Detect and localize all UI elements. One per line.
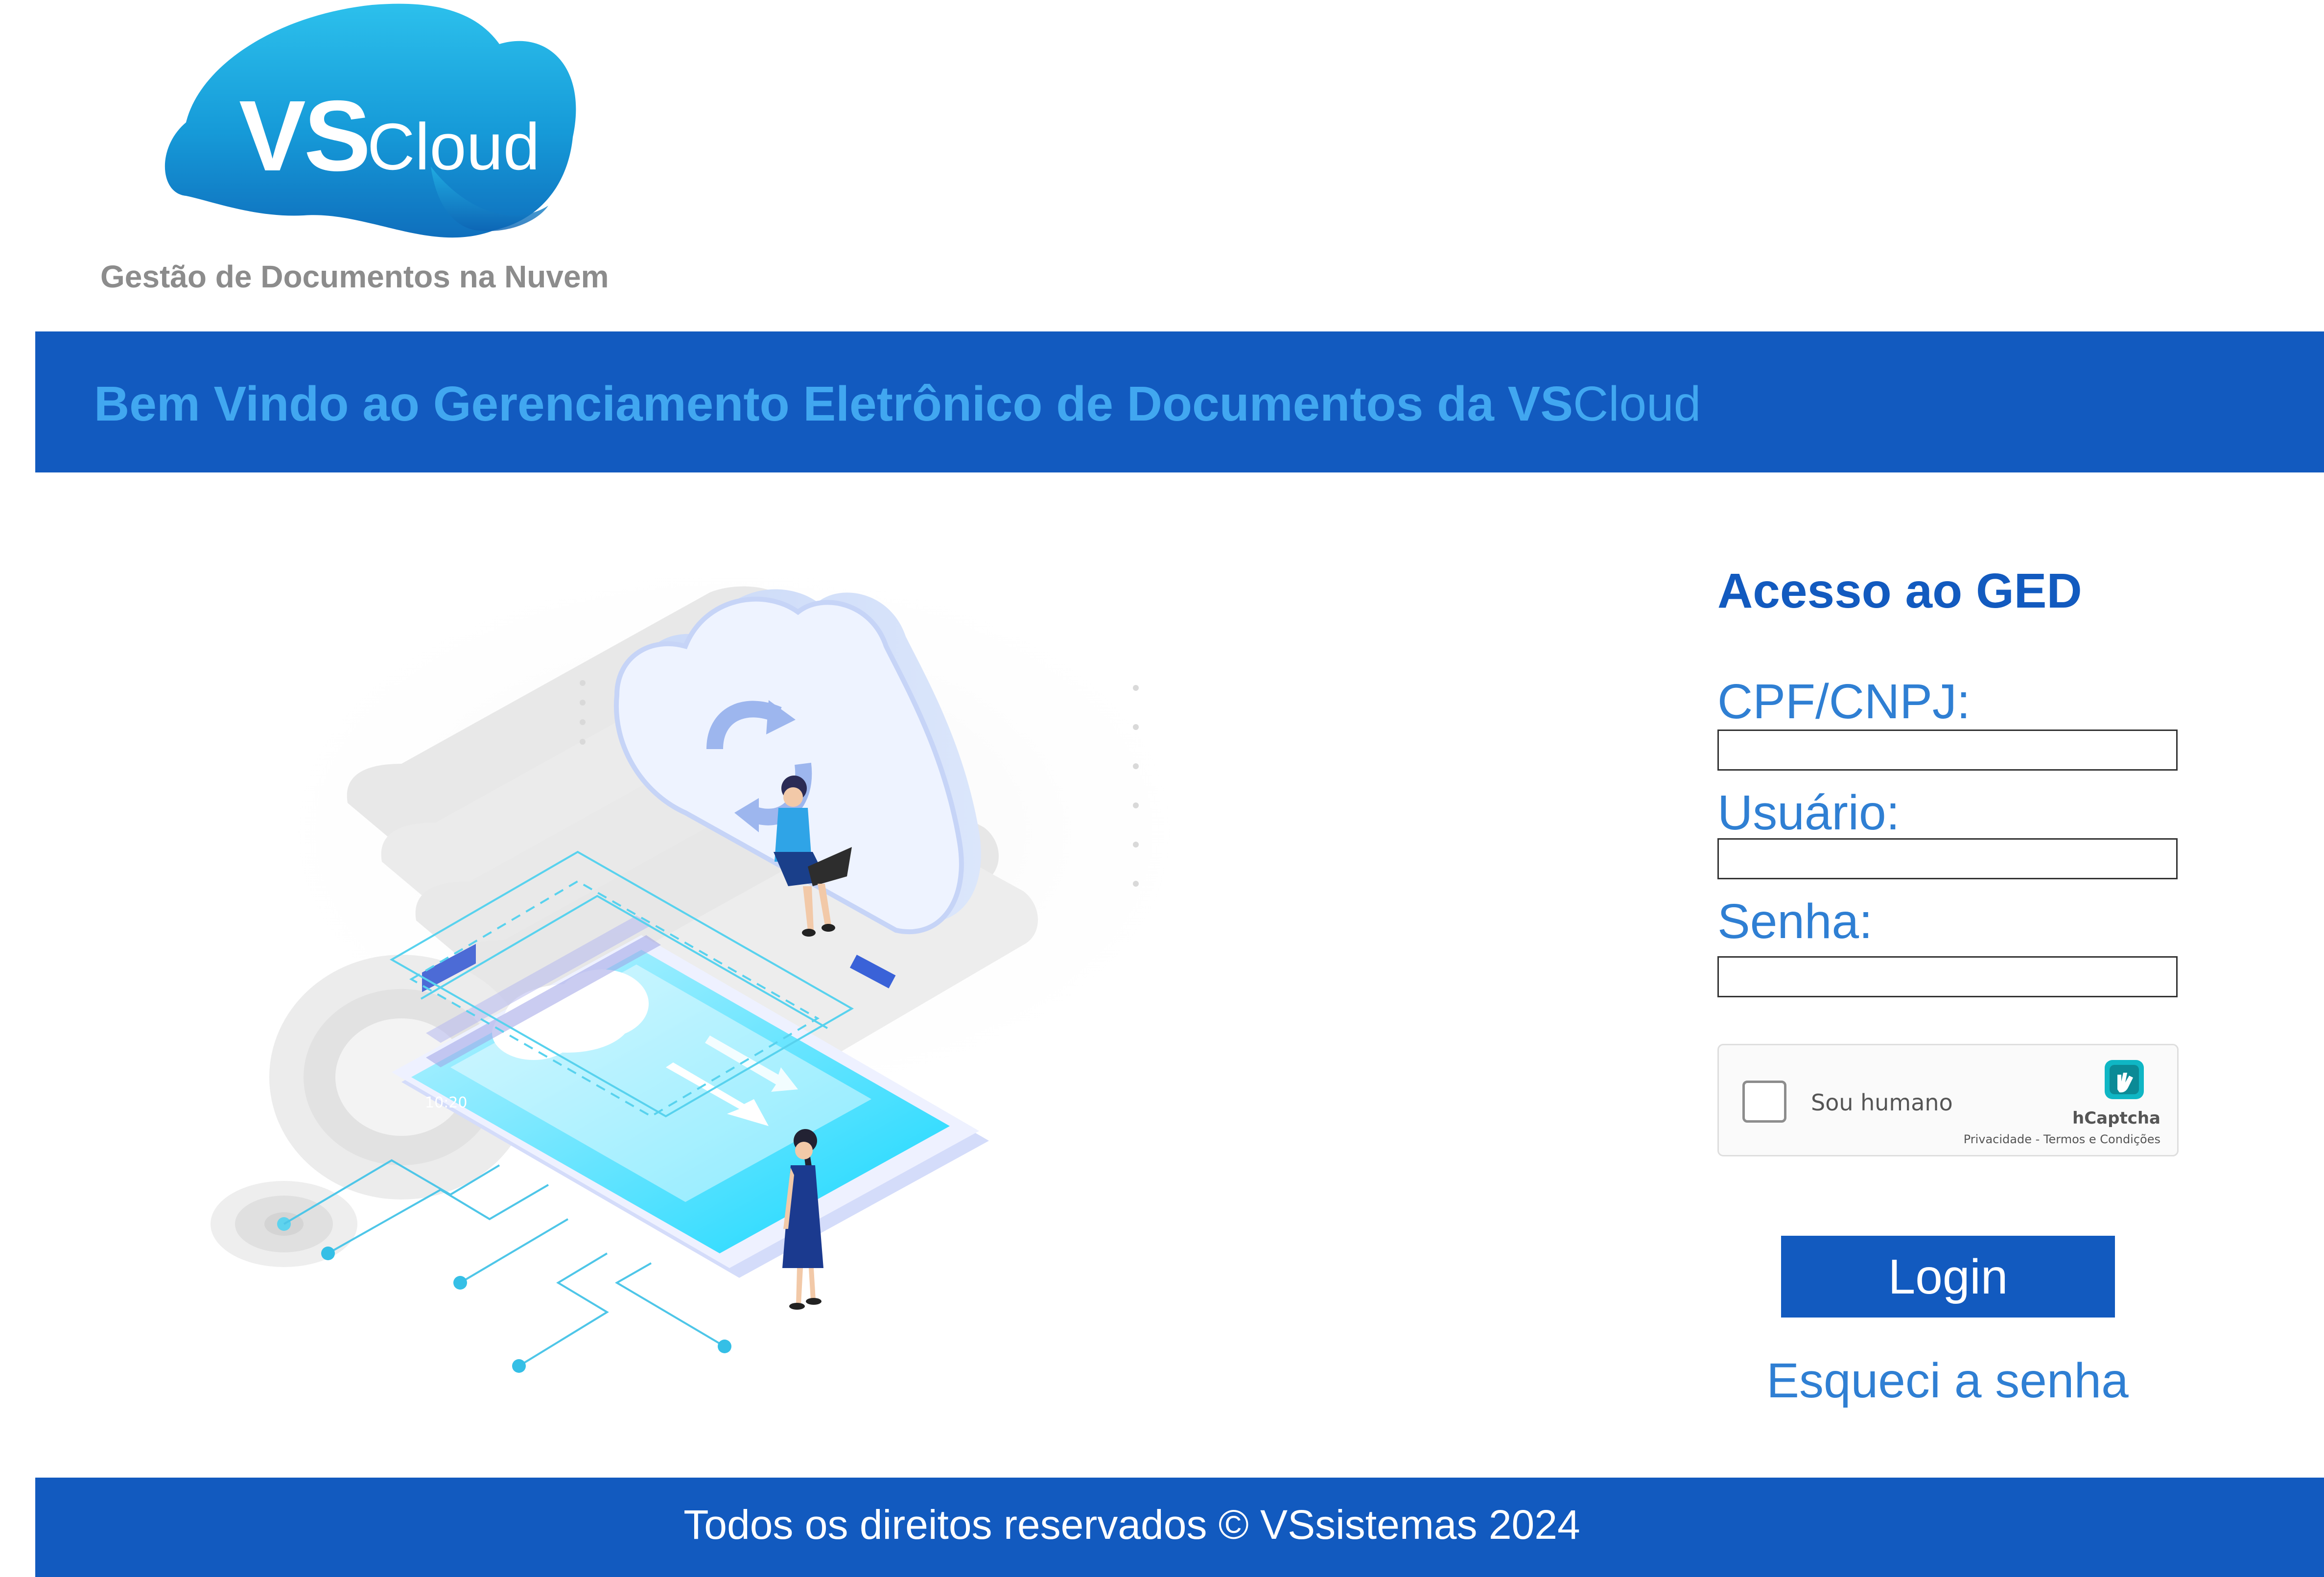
captcha-checkbox[interactable] [1742,1081,1786,1123]
welcome-heading-light: Cloud [1573,377,1701,431]
welcome-banner: Bem Vindo ao Gerenciamento Eletrônico de… [35,331,2324,472]
login-title: Acesso ao GED [1717,564,2082,618]
captcha-brand: hCaptcha [2072,1108,2160,1128]
welcome-heading-bold: Bem Vindo ao Gerenciamento Eletrônico de… [94,377,1573,431]
circuit-nodes [321,1247,731,1373]
welcome-heading: Bem Vindo ao Gerenciamento Eletrônico de… [94,379,1701,428]
footer: Todos os direitos reservados © VSsistema… [35,1478,2324,1577]
user-input[interactable] [1717,838,2178,879]
logo-brand-light: Cloud [367,110,540,184]
captcha-label: Sou humano [1811,1089,1953,1116]
password-input[interactable] [1717,956,2178,997]
phone-time: 10:20 [425,1094,467,1111]
copyright-text: Todos os direitos reservados © VSsistema… [683,1502,1580,1548]
hcaptcha-hand-icon [2105,1060,2144,1099]
cpf-input[interactable] [1717,730,2178,771]
cpf-label: CPF/CNPJ: [1717,674,1971,729]
logo-brand-bold: VS [239,80,371,192]
user-label: Usuário: [1717,785,1900,840]
forgot-password-link[interactable]: Esqueci a senha [1717,1356,2178,1405]
login-button[interactable]: Login [1781,1236,2115,1318]
hcaptcha-widget: Sou humano hCaptcha Privacidade - Termos… [1717,1044,2179,1156]
captcha-privacy-terms-link[interactable]: Privacidade - Termos e Condições [1964,1133,2160,1145]
vscloud-logo: VS Cloud [157,0,587,255]
cloud-storage-illustration: 10:20 [211,529,1248,1373]
logo-tagline: Gestão de Documentos na Nuvem [100,259,609,294]
password-label: Senha: [1717,894,1873,949]
login-panel: Acesso ao GED CPF/CNPJ: Usuário: Senha: … [1717,558,2179,1439]
cloud-illustration: 10:20 [196,490,1292,1395]
